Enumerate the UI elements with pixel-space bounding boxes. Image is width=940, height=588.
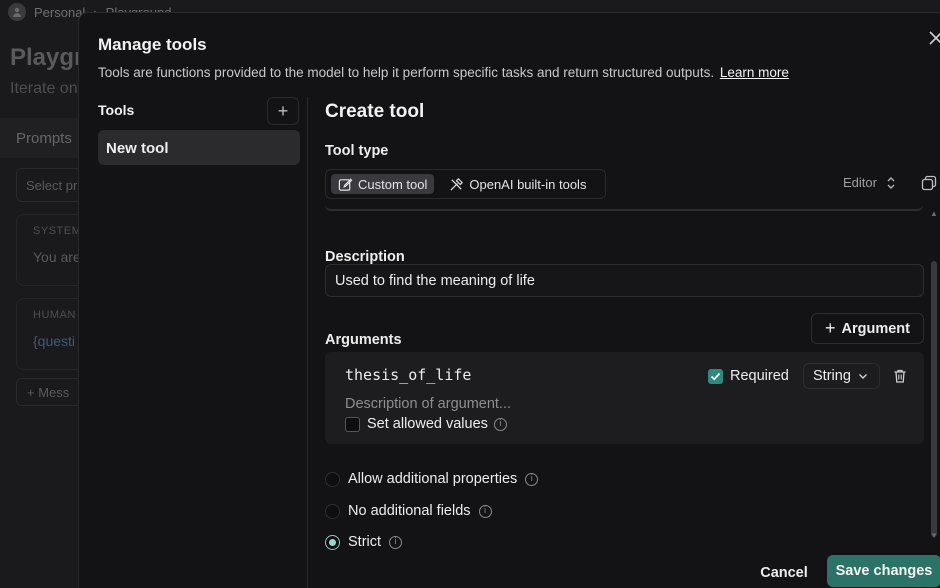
chevron-updown-icon — [887, 176, 895, 189]
schema-option-strict[interactable]: Strict i — [325, 534, 403, 550]
add-argument-button[interactable]: + Argument — [811, 313, 924, 344]
required-label: Required — [730, 368, 789, 384]
modal-title: Manage tools — [98, 35, 207, 54]
no-additional-label: No additional fields — [348, 503, 471, 519]
user-avatar-icon — [8, 3, 26, 21]
argument-name-field[interactable]: thesis_of_life — [345, 366, 471, 384]
allowed-values-label: Set allowed values — [367, 416, 488, 432]
system-message-card: SYSTEM You are — [16, 214, 86, 286]
create-tool-title: Create tool — [325, 101, 425, 122]
learn-more-link[interactable]: Learn more — [720, 65, 789, 80]
allow-additional-label: Allow additional properties — [348, 471, 518, 487]
allowed-values-option: Set allowed values i — [367, 416, 507, 432]
trash-icon[interactable] — [892, 368, 908, 384]
custom-tool-label: Custom tool — [358, 176, 428, 192]
scrollbar-thumb[interactable] — [931, 261, 937, 537]
editor-label: Editor — [843, 175, 877, 190]
create-tool-form: Create tool Tool type Custom tool OpenAI… — [325, 97, 937, 588]
required-checkbox[interactable] — [708, 369, 723, 384]
breadcrumb-personal: Personal — [34, 4, 86, 20]
custom-tool-option[interactable]: Custom tool — [331, 174, 435, 194]
radio-allow-additional[interactable] — [325, 471, 340, 487]
scroll-up-arrow-icon[interactable]: ▲ — [930, 209, 938, 218]
argument-description-field[interactable]: Description of argument... — [345, 396, 511, 412]
allowed-values-checkbox[interactable] — [345, 417, 360, 432]
cancel-button[interactable]: Cancel — [747, 559, 821, 587]
close-icon[interactable] — [927, 29, 940, 47]
modal-description: Tools are functions provided to the mode… — [98, 65, 789, 80]
arguments-label: Arguments — [325, 332, 402, 348]
human-text: {questi — [33, 333, 76, 349]
human-message-card: HUMAN {questi — [16, 298, 86, 370]
description-field[interactable]: Used to find the meaning of life — [325, 264, 924, 297]
tools-icon — [450, 177, 464, 191]
tools-label: Tools — [98, 102, 135, 118]
radio-no-additional[interactable] — [325, 503, 340, 519]
strict-label: Strict — [348, 534, 382, 550]
tab-prompts: Prompts — [0, 118, 80, 158]
human-label: HUMAN — [33, 309, 76, 321]
add-message-label: Mess — [38, 385, 70, 400]
schema-option-no-additional[interactable]: No additional fields i — [325, 503, 492, 519]
plus-icon: + — [825, 318, 836, 338]
openai-builtin-option[interactable]: OpenAI built-in tools — [442, 174, 593, 194]
add-tool-button[interactable]: + — [267, 97, 299, 125]
argument-card: thesis_of_life Description of argument..… — [325, 352, 924, 444]
manage-tools-modal: Manage tools Tools are functions provide… — [78, 12, 940, 588]
modal-description-text: Tools are functions provided to the mode… — [98, 65, 715, 80]
system-text: You are — [33, 249, 81, 265]
openai-builtin-label: OpenAI built-in tools — [469, 176, 587, 192]
argument-type-value: String — [813, 368, 851, 384]
prompt-select: Select pr — [16, 168, 86, 202]
info-icon[interactable]: i — [389, 535, 403, 549]
scroll-down-arrow-icon[interactable]: ▼ — [930, 531, 938, 540]
add-argument-label: Argument — [841, 320, 910, 337]
copy-icon[interactable] — [921, 175, 937, 191]
tool-type-label: Tool type — [325, 143, 389, 159]
info-icon[interactable]: i — [478, 504, 492, 518]
info-icon[interactable]: i — [525, 472, 539, 486]
editor-bottom-edge — [325, 205, 923, 211]
system-label: SYSTEM — [33, 225, 82, 237]
check-icon — [710, 372, 721, 381]
add-message-button: + Mess — [16, 378, 86, 406]
info-icon[interactable]: i — [493, 417, 507, 431]
tool-type-switch: Custom tool OpenAI built-in tools — [325, 169, 606, 199]
page-subtitle: Iterate on — [10, 80, 78, 97]
description-label: Description — [325, 249, 405, 265]
plus-icon: + — [27, 385, 39, 400]
tools-sidebar: Tools + New tool — [79, 97, 308, 588]
plus-icon: + — [277, 101, 289, 121]
editor-toggle[interactable]: Editor — [843, 175, 897, 190]
save-changes-button[interactable]: Save changes — [827, 555, 940, 587]
argument-type-select[interactable]: String — [803, 363, 880, 389]
chevron-down-icon — [858, 374, 867, 379]
tool-list-item[interactable]: New tool — [98, 130, 300, 165]
schema-option-allow-additional[interactable]: Allow additional properties i — [325, 471, 539, 487]
radio-strict[interactable] — [325, 534, 340, 550]
edit-icon — [338, 178, 353, 191]
